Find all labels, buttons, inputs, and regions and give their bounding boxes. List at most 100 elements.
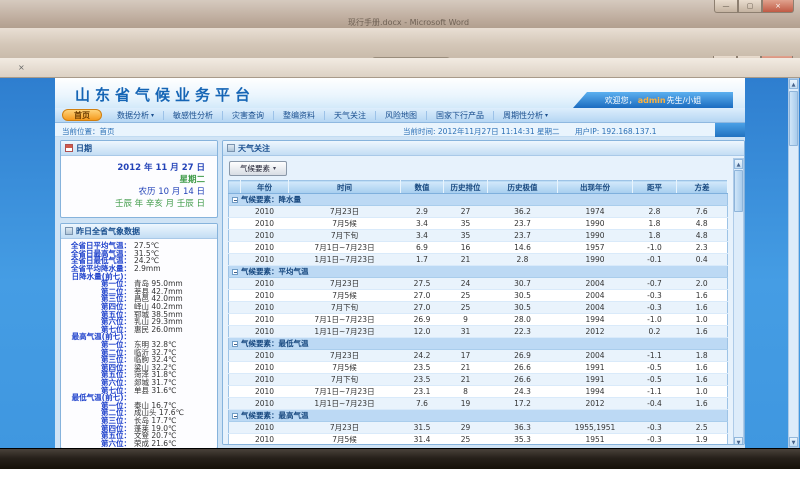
close-icon[interactable]: × [762,0,794,13]
scroll-down-icon[interactable]: ▼ [789,437,798,447]
minimize-icon[interactable]: — [714,0,738,13]
table-cell: -1.1 [633,386,677,398]
table-row[interactable]: 20107月1日~7月23日23.1824.31994-1.11.0 [229,386,728,398]
table-cell: 2004 [558,290,633,302]
table-row[interactable]: 20107月23日2.92736.219742.87.6 [229,206,728,218]
nav-item-1[interactable]: 数据分析▾ [108,110,163,121]
nav-item-5[interactable]: 天气关注 [325,110,375,121]
group-row[interactable]: 气候要素：降水量 [229,194,728,206]
row-gutter [229,206,241,218]
table-cell: 14.6 [488,242,558,254]
table-cell: 2010 [241,206,289,218]
table-cell: 16 [444,242,488,254]
stat-value: 单县 31.6℃ [134,385,177,396]
date-panel: 日期 2012 年 11 月 27 日 星期二 农历 10 月 14 日 壬辰 … [60,140,218,218]
scroll-up-icon[interactable]: ▲ [789,79,798,89]
table-row[interactable]: 20101月1日~7月23日7.61917.22012-0.41.6 [229,398,728,410]
climate-element-button[interactable]: 气候要素 ▾ [229,161,287,176]
table-row[interactable]: 20107月下旬23.52126.61991-0.51.6 [229,374,728,386]
table-row[interactable]: 20107月5候23.52126.61991-0.51.6 [229,362,728,374]
table-cell: -0.3 [633,422,677,434]
table-cell: -1.0 [633,314,677,326]
nav-bar: 首页 数据分析▾敏感性分析灾害查询整编资料天气关注风险地图国家下行产品周期性分析… [55,108,745,123]
table-cell: 1.0 [677,386,728,398]
table-cell: 1.8 [677,350,728,362]
table-row[interactable]: 20107月1日~7月23日26.9928.01994-1.01.0 [229,314,728,326]
table-row[interactable]: 20107月1日~7月23日6.91614.61957-1.02.3 [229,242,728,254]
column-header: 历史排位 [444,181,488,194]
scroll-up-icon[interactable]: ▲ [734,159,743,169]
maximize-icon[interactable]: ▢ [738,0,762,13]
collapse-icon[interactable] [232,269,238,275]
stat-value: 荣成 21.6℃ [134,438,177,448]
table-row[interactable]: 20107月23日24.21726.92004-1.11.8 [229,350,728,362]
table-cell: 1.6 [677,362,728,374]
browser-toolbar: × ✉ bing P ••• [0,58,800,78]
table-cell: 7月5候 [289,290,401,302]
panel-scrollbar[interactable]: ▲ ▼ [733,158,744,445]
weather-stats-list: 全省日平均气温：27.5℃全省日最高气温：31.5℃全省日最低气温：24.2℃全… [61,239,217,447]
nav-item-4[interactable]: 整编资料 [274,110,324,121]
table-cell: 2012 [558,326,633,338]
nav-item-8[interactable]: 周期性分析▾ [494,110,557,121]
table-cell: -0.4 [633,398,677,410]
group-row[interactable]: 气候要素：最高气温 [229,410,728,422]
scroll-down-icon[interactable]: ▼ [734,437,743,445]
table-row[interactable]: 20107月23日31.52936.31955,1951-0.32.5 [229,422,728,434]
table-row[interactable]: 20101月1日~7月23日12.03122.320120.21.6 [229,326,728,338]
row-gutter [229,362,241,374]
collapse-icon[interactable] [232,413,238,419]
scrollbar-thumb[interactable] [734,170,743,212]
browser-scrollbar[interactable]: ▲ ▼ [788,78,799,448]
table-row[interactable]: 20107月5候3.43523.719901.84.8 [229,218,728,230]
table-row[interactable]: 20107月下旬3.43523.719901.84.8 [229,230,728,242]
collapse-icon[interactable] [232,341,238,347]
column-header: 历史极值 [488,181,558,194]
nav-item-7[interactable]: 国家下行产品 [427,110,493,121]
toolbar-close-icon[interactable]: × [18,63,25,72]
group-row[interactable]: 气候要素：平均气温 [229,266,728,278]
weather-watch-header: 天气关注 [223,141,744,156]
collapse-icon[interactable] [232,197,238,203]
table-cell: 2.8 [488,254,558,266]
table-cell: 23.1 [401,386,444,398]
table-cell: 7月23日 [289,206,401,218]
table-cell: 25 [444,434,488,446]
table-row[interactable]: 20107月23日27.52430.72004-0.72.0 [229,278,728,290]
table-cell: 4.8 [677,218,728,230]
table-cell: 23.7 [488,218,558,230]
table-body: 气候要素：降水量20107月23日2.92736.219742.87.62010… [229,194,728,446]
background-window-titlebar: 现行手册.docx - Microsoft Word — ▢ × [0,0,800,28]
nav-item-2[interactable]: 敏感性分析 [164,110,222,121]
table-cell: 2010 [241,254,289,266]
table-cell: 2004 [558,278,633,290]
table-cell: 22.3 [488,326,558,338]
table-cell: 2010 [241,326,289,338]
group-row[interactable]: 气候要素：最低气温 [229,338,728,350]
table-cell: 2010 [241,218,289,230]
table-cell: 35 [444,218,488,230]
table-cell: 2.9 [401,206,444,218]
table-cell: 2010 [241,374,289,386]
table-cell: 24.2 [401,350,444,362]
table-cell: -0.1 [633,254,677,266]
table-cell: 1994 [558,386,633,398]
chevron-down-icon: ▾ [273,165,276,172]
date-panel-title: 日期 [76,143,92,154]
table-cell: 23.5 [401,374,444,386]
scrollbar-thumb[interactable] [789,91,798,146]
table-row[interactable]: 20107月5候27.02530.52004-0.31.6 [229,290,728,302]
table-cell: 0.4 [677,254,728,266]
table-cell: -0.3 [633,302,677,314]
table-cell: 21 [444,374,488,386]
nav-item-6[interactable]: 风险地图 [376,110,426,121]
table-row[interactable]: 20107月5候31.42535.31951-0.31.9 [229,434,728,446]
table-row[interactable]: 20107月下旬27.02530.52004-0.31.6 [229,302,728,314]
nav-item-home[interactable]: 首页 [62,109,102,121]
table-cell: 1.6 [677,290,728,302]
table-row[interactable]: 20101月1日~7月23日1.7212.81990-0.10.4 [229,254,728,266]
table-cell: 1月1日~7月23日 [289,326,401,338]
table-cell: 7月23日 [289,422,401,434]
nav-item-3[interactable]: 灾害查询 [223,110,273,121]
group-label: 气候要素：平均气温 [241,267,309,276]
